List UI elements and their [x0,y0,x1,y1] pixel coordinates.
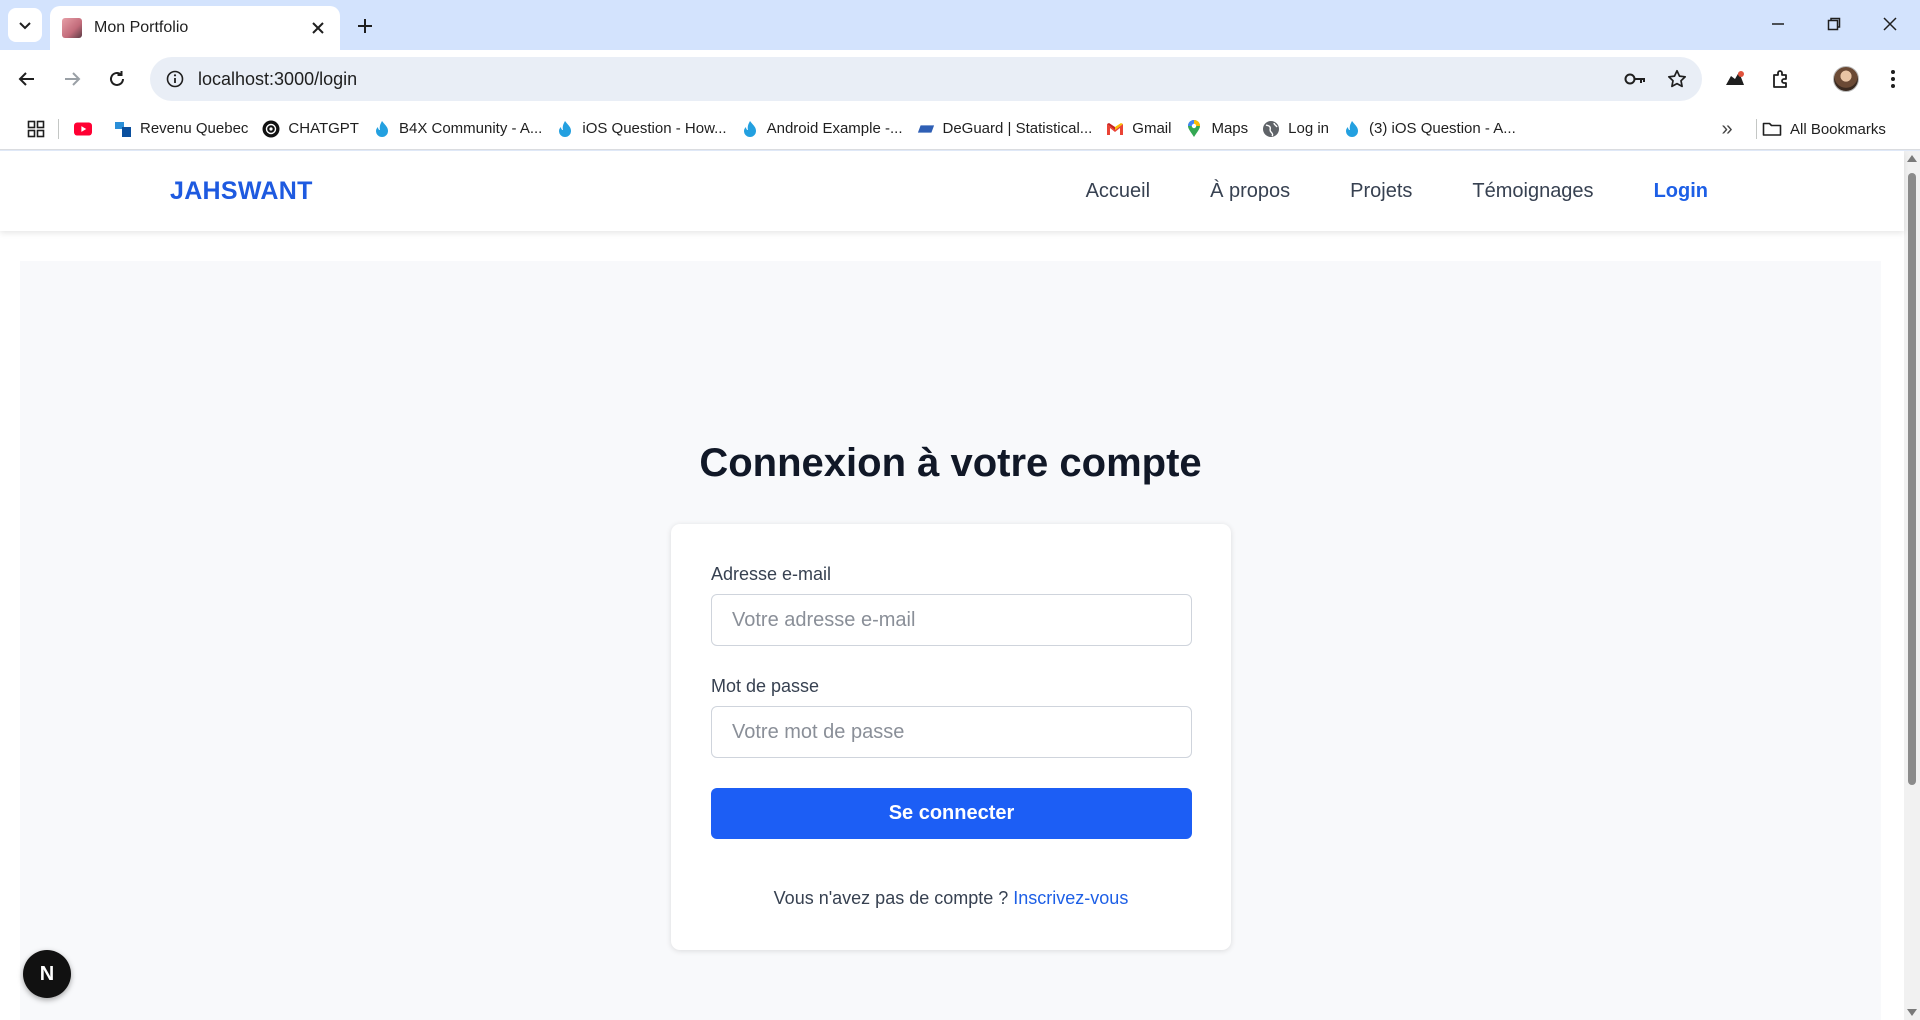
chevron-down-icon [19,22,31,30]
revenu-quebec-icon [114,120,132,138]
apps-button[interactable] [20,114,52,144]
minimize-icon [1772,23,1784,25]
bookmark-youtube[interactable] [67,114,107,144]
reload-icon [110,71,124,86]
close-icon [312,22,324,34]
apps-grid-icon [27,120,45,138]
b4x-icon [556,120,574,138]
folder-icon [1762,121,1782,137]
scroll-thumb[interactable] [1908,173,1916,785]
password-label: Mot de passe [711,676,820,696]
browser-toolbar: localhost:3000/login [0,50,1920,108]
globe-icon [1262,120,1280,138]
login-card: Adresse e-mail Mot de passe Se connecter… [671,524,1231,950]
avatar [1833,66,1859,92]
profile-button[interactable] [1829,62,1863,96]
nav-link-accueil[interactable]: Accueil [1086,180,1150,203]
tab-search-button[interactable] [8,8,42,42]
b4x-icon [373,120,391,138]
deguard-icon [917,120,935,138]
bookmarks-divider [58,118,59,139]
page-title: Connexion à votre compte [699,441,1202,485]
bookmarks-bar: Revenu Quebec CHATGPT B4X Community - A.… [0,108,1920,150]
new-tab-button[interactable] [350,11,380,41]
portfolio-favicon-icon [62,18,82,38]
forward-button[interactable] [55,62,89,96]
bookmark-log-in[interactable]: Log in [1255,114,1336,144]
extension-app-icon [1726,71,1744,85]
bookmark-revenu-quebec[interactable]: Revenu Quebec [107,114,255,144]
restore-icon [1827,17,1841,31]
star-icon [1667,69,1687,88]
reload-button[interactable] [100,62,134,96]
bookmark-chatgpt[interactable]: CHATGPT [255,114,366,144]
b4x-icon [741,120,759,138]
bookmarks-divider [1756,119,1757,139]
extensions-menu-button[interactable] [1764,62,1798,96]
maps-icon [1185,119,1203,138]
nav-link-projets[interactable]: Projets [1350,180,1412,203]
page-viewport: JAHSWANT Accueil À propos Projets Témoig… [0,151,1920,1020]
nav-link-temoignages[interactable]: Témoignages [1472,180,1593,203]
youtube-icon [74,120,92,138]
gmail-icon [1106,120,1124,138]
signup-prompt-text: Vous n'avez pas de compte ? [773,888,1009,908]
chatgpt-icon [262,120,280,138]
key-icon [1624,73,1645,85]
nav-link-a-propos[interactable]: À propos [1210,180,1290,203]
bookmark-star-button[interactable] [1660,62,1694,96]
tab-close-button[interactable] [308,18,328,38]
signup-link[interactable]: Inscrivez-vous [1013,888,1128,908]
plus-icon [358,19,372,33]
minimize-button[interactable] [1758,6,1798,42]
login-button[interactable]: Se connecter [711,788,1192,839]
info-icon [166,70,184,88]
address-bar[interactable]: localhost:3000/login [150,57,1702,101]
active-tab[interactable]: Mon Portfolio [50,6,340,50]
all-bookmarks-button[interactable]: All Bookmarks [1762,114,1886,144]
back-button[interactable] [10,62,44,96]
signup-prompt: Vous n'avez pas de compte ? Inscrivez-vo… [671,888,1231,909]
login-section: Connexion à votre compte Adresse e-mail … [20,261,1881,1020]
tab-strip: Mon Portfolio [0,0,1920,50]
site-nav: Accueil À propos Projets Témoignages Log… [1026,151,1708,231]
bookmark-ios-question[interactable]: iOS Question - How... [549,114,733,144]
site-logo[interactable]: JAHSWANT [170,177,313,206]
close-icon [1883,17,1897,31]
arrow-left-icon [18,72,34,86]
bookmarks-overflow-button[interactable]: » [1712,114,1742,144]
browser-menu-button[interactable] [1876,62,1910,96]
password-manager-button[interactable] [1618,62,1652,96]
email-label: Adresse e-mail [711,564,832,584]
more-vertical-icon [1891,70,1895,88]
restore-button[interactable] [1814,6,1854,42]
scroll-down-arrow-icon[interactable] [1907,1009,1917,1016]
bookmark-maps[interactable]: Maps [1178,114,1255,144]
bookmark-android-example[interactable]: Android Example -... [734,114,910,144]
password-field[interactable] [711,706,1192,758]
b4x-icon [1343,120,1361,138]
url-text[interactable]: localhost:3000/login [198,69,1618,90]
scroll-up-arrow-icon[interactable] [1907,155,1917,162]
extension-button[interactable] [1718,62,1752,96]
email-field[interactable] [711,594,1192,646]
bookmark-deguard[interactable]: DeGuard | Statistical... [910,114,1100,144]
window-close-button[interactable] [1870,6,1910,42]
nav-link-login[interactable]: Login [1654,180,1708,203]
bookmark-gmail[interactable]: Gmail [1099,114,1178,144]
bookmark-b4x-community[interactable]: B4X Community - A... [366,114,549,144]
nextjs-dev-badge[interactable]: N [23,950,71,998]
tab-title: Mon Portfolio [94,19,189,36]
bookmark-ios-question-3[interactable]: (3) iOS Question - A... [1336,114,1523,144]
site-info-button[interactable] [158,62,192,96]
puzzle-icon [1773,70,1787,88]
page-scrollbar[interactable] [1904,151,1920,1020]
arrow-right-icon [65,72,81,86]
site-header: JAHSWANT Accueil À propos Projets Témoig… [0,151,1904,231]
